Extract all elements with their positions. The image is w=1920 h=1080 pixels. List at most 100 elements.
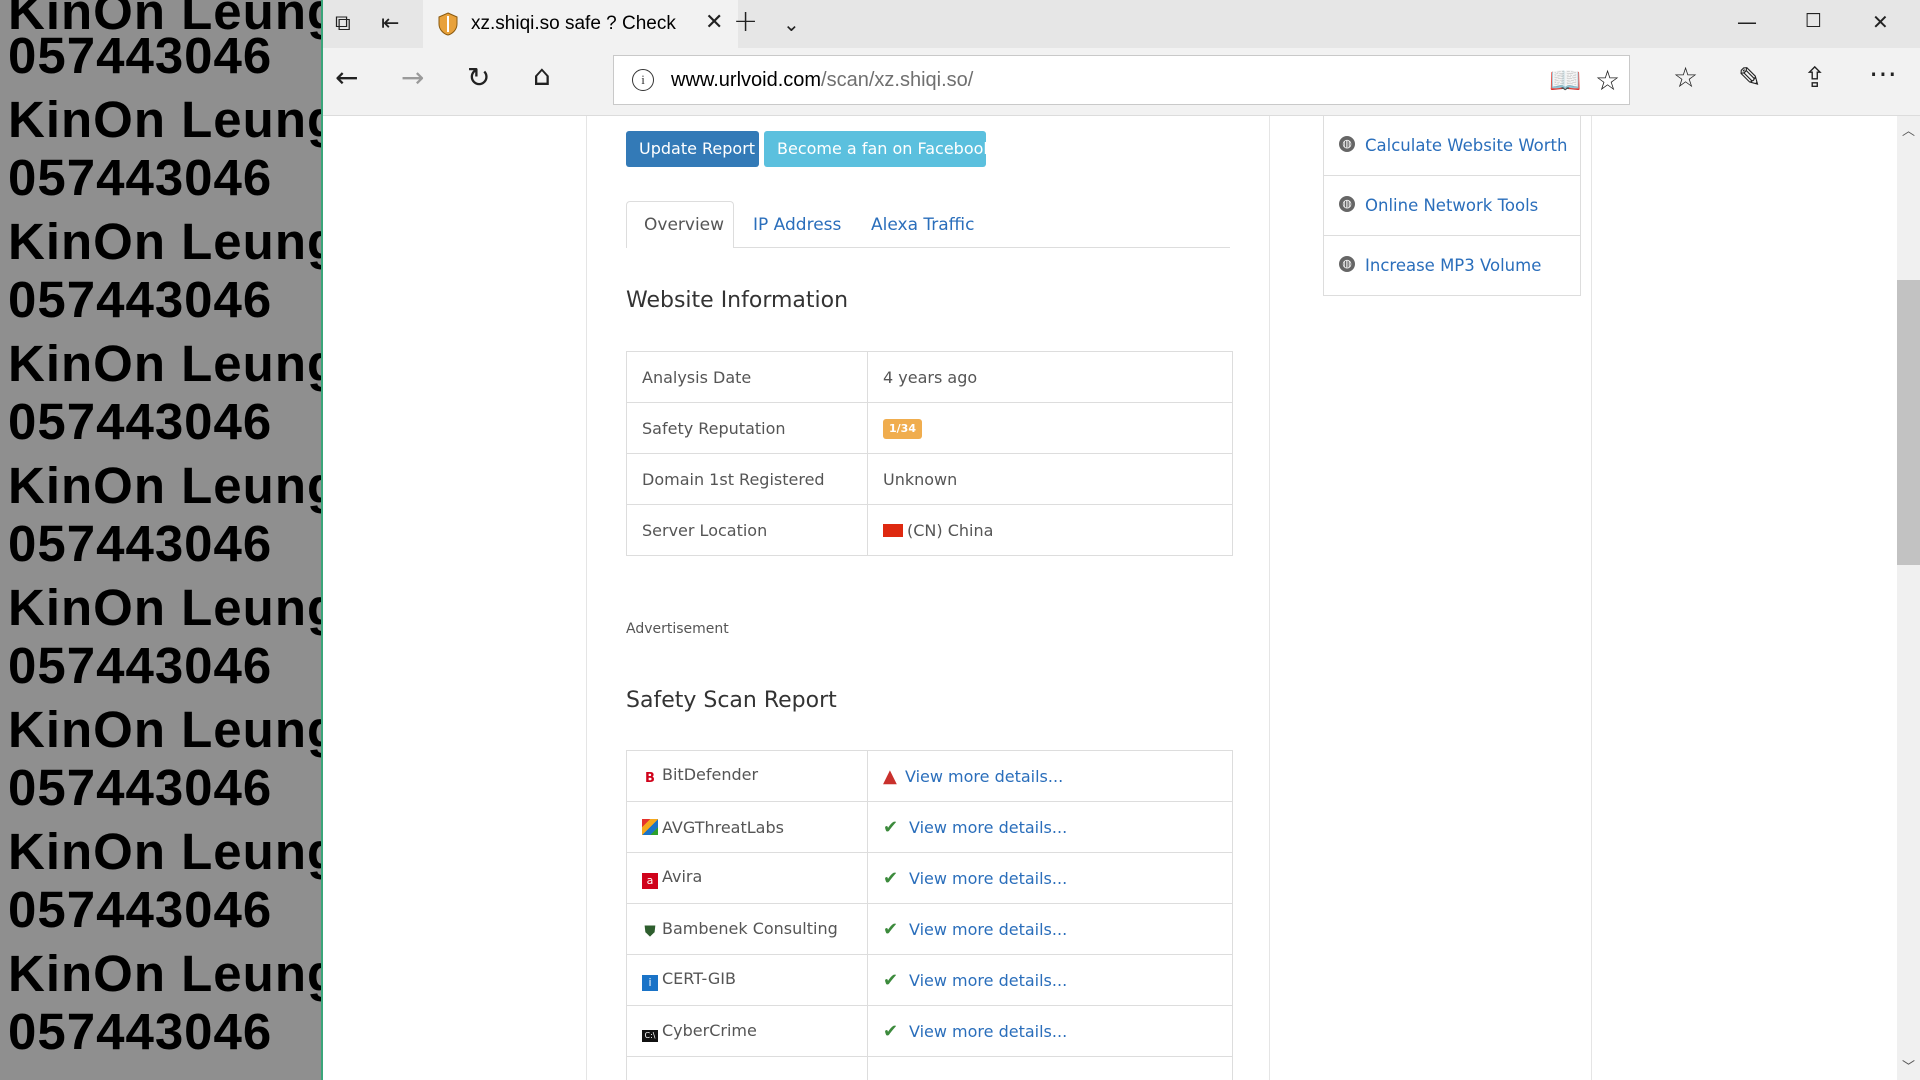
reading-view-icon[interactable]: 📖 [1549,66,1581,96]
result-cell: ✔ View more details... [867,954,1233,1006]
watermark-line: KinOn Leung [8,91,321,148]
new-tab-icon[interactable]: + [733,7,758,37]
favorites-hub-icon[interactable]: ☆ [1673,64,1698,92]
watermark-line: KinOn Leung [8,823,321,880]
watermark-line: 057443046 [8,271,273,328]
advertisement-label: Advertisement [626,621,729,637]
tab-alexa-traffic[interactable]: Alexa Traffic [871,215,974,235]
facebook-fan-button[interactable]: Become a fan on Facebook [764,131,993,167]
watermark-line: 057443046 [8,515,273,572]
watermark-line: KinOn Leung [8,579,321,636]
engine-cell: a Avira [626,852,868,904]
watermark-line: 057443046 [8,759,273,816]
sidebar-item-website-worth[interactable]: ◍ Calculate Website Worth [1324,116,1580,175]
column-divider [1269,116,1270,1080]
watermark-line: KinOn Leung [8,457,321,514]
sidebar-item-label: Calculate Website Worth [1365,136,1568,155]
reputation-badge: 1/34 [883,419,922,439]
minimize-icon[interactable]: — [1737,10,1757,34]
table-row: Server Location (CN) China [626,504,1233,556]
page-content: Update Report Become a fan on Facebook O… [323,116,1897,1080]
sidebar-item-label: Online Network Tools [1365,196,1539,215]
set-aside-tabs-icon[interactable]: ⇤ [381,10,399,38]
favorite-star-icon[interactable]: ☆ [1595,64,1620,97]
cert-gib-icon: i [642,975,658,991]
refresh-icon[interactable]: ↻ [467,64,490,92]
engine-name: CyberCrime [662,1020,757,1040]
watermark-line: 057443046 [8,1003,273,1060]
close-tab-icon[interactable]: ✕ [705,10,723,35]
engine-cell: C:\ CyberCrime [626,1005,868,1057]
info-label: Analysis Date [626,351,868,403]
engine-cell: B BitDefender [626,750,868,802]
table-row: Domain 1st Registered Unknown [626,453,1233,505]
scrollbar-thumb[interactable] [1897,280,1920,565]
watermark-line: KinOn Leung [8,701,321,758]
bambenek-shield-icon: ⛊ [644,922,656,940]
sidebar-item-mp3-volume[interactable]: ◍ Increase MP3 Volume [1324,235,1580,295]
url-path: /scan/xz.shiqi.so/ [821,69,974,91]
watermark-line: 057443046 [8,881,273,938]
close-window-icon[interactable]: ✕ [1872,10,1889,34]
home-icon[interactable]: ⌂ [533,62,551,90]
column-divider [1591,116,1592,1080]
back-arrow-icon[interactable]: ← [335,64,358,92]
avira-icon: a [642,873,658,889]
tab-overview[interactable]: Overview [626,201,734,248]
address-bar[interactable]: i www.urlvoid.com/scan/xz.shiqi.so/ 📖 ☆ [613,55,1630,105]
result-cell: ✔ View more details... [867,801,1233,853]
result-cell: ▲ View more details... [867,750,1233,802]
more-icon[interactable]: ⋯ [1869,60,1897,88]
result-cell: ✔ View more details... [867,1005,1233,1057]
engine-cell: AVGThreatLabs [626,801,868,853]
engine-name: BitDefender [662,765,759,784]
tab-bar: ⧉ ⇤ xz.shiqi.so safe ? Check ✕ + ⌄ — ☐ ✕ [323,0,1920,48]
maximize-icon[interactable]: ☐ [1805,10,1822,32]
view-details-link[interactable]: View more details... [909,818,1067,837]
info-icon[interactable]: i [632,69,654,91]
sidebar-links: ◍ Calculate Website Worth ◍ Online Network… [1323,116,1581,296]
table-row: C:\ CyberCrime ✔ View more details... [626,1005,1233,1057]
share-icon[interactable]: ⇪ [1803,64,1826,92]
browser-tab[interactable]: xz.shiqi.so safe ? Check ✕ [423,0,738,48]
avg-icon [642,818,658,835]
vertical-scrollbar[interactable]: ︿ ﹀ [1897,116,1920,1080]
pen-icon[interactable]: ✎ [1738,64,1761,92]
check-icon: ✔ [883,1020,899,1042]
scroll-down-icon[interactable]: ﹀ [1902,1056,1915,1075]
info-value: (CN) China [867,504,1233,556]
watermark-panel: KinOn Leung 057443046 KinOn Leung 057443… [0,0,321,1080]
cybercrime-icon: C:\ [642,1029,658,1042]
result-cell: ✔ View more details... [867,852,1233,904]
update-report-button[interactable]: Update Report [626,131,759,167]
table-row: Analysis Date 4 years ago [626,351,1233,403]
forward-arrow-icon[interactable]: → [401,64,424,92]
server-location-text: (CN) China [907,520,994,540]
view-details-link[interactable]: View more details... [905,767,1063,786]
sidebar-item-network-tools[interactable]: ◍ Online Network Tools [1324,175,1580,235]
engine-name: Bambenek Consulting [662,919,838,938]
chevron-down-icon[interactable]: ⌄ [783,10,800,38]
view-details-link[interactable]: View more details... [909,971,1067,990]
table-row: AVGThreatLabs ✔ View more details... [626,801,1233,853]
watermark-line: KinOn Leung [8,213,321,270]
view-details-link[interactable]: View more details... [909,1022,1067,1041]
info-value: 1/34 [867,402,1233,454]
info-value: Unknown [867,453,1233,505]
check-icon: ✔ [883,918,899,940]
table-row: i CERT-GIB ✔ View more details... [626,954,1233,1006]
scroll-up-icon[interactable]: ︿ [1902,120,1915,139]
view-details-link[interactable]: View more details... [909,920,1067,939]
info-label: Server Location [626,504,868,556]
engine-name: AVGThreatLabs [662,817,784,837]
sidebar-item-label: Increase MP3 Volume [1365,256,1542,275]
watermark-line: KinOn Leung [8,335,321,392]
scan-report-table: B BitDefender ▲ View more details... AVGTh… [626,750,1233,1080]
view-details-link[interactable]: View more details... [909,869,1067,888]
tab-preview-icon[interactable]: ⧉ [335,10,351,38]
watermark-line: 057443046 [8,149,273,206]
check-icon: ✔ [883,867,899,889]
tab-ip-address[interactable]: IP Address [753,215,841,235]
tab-overview-label: Overview [644,215,725,235]
table-row: a Avira ✔ View more details... [626,852,1233,904]
